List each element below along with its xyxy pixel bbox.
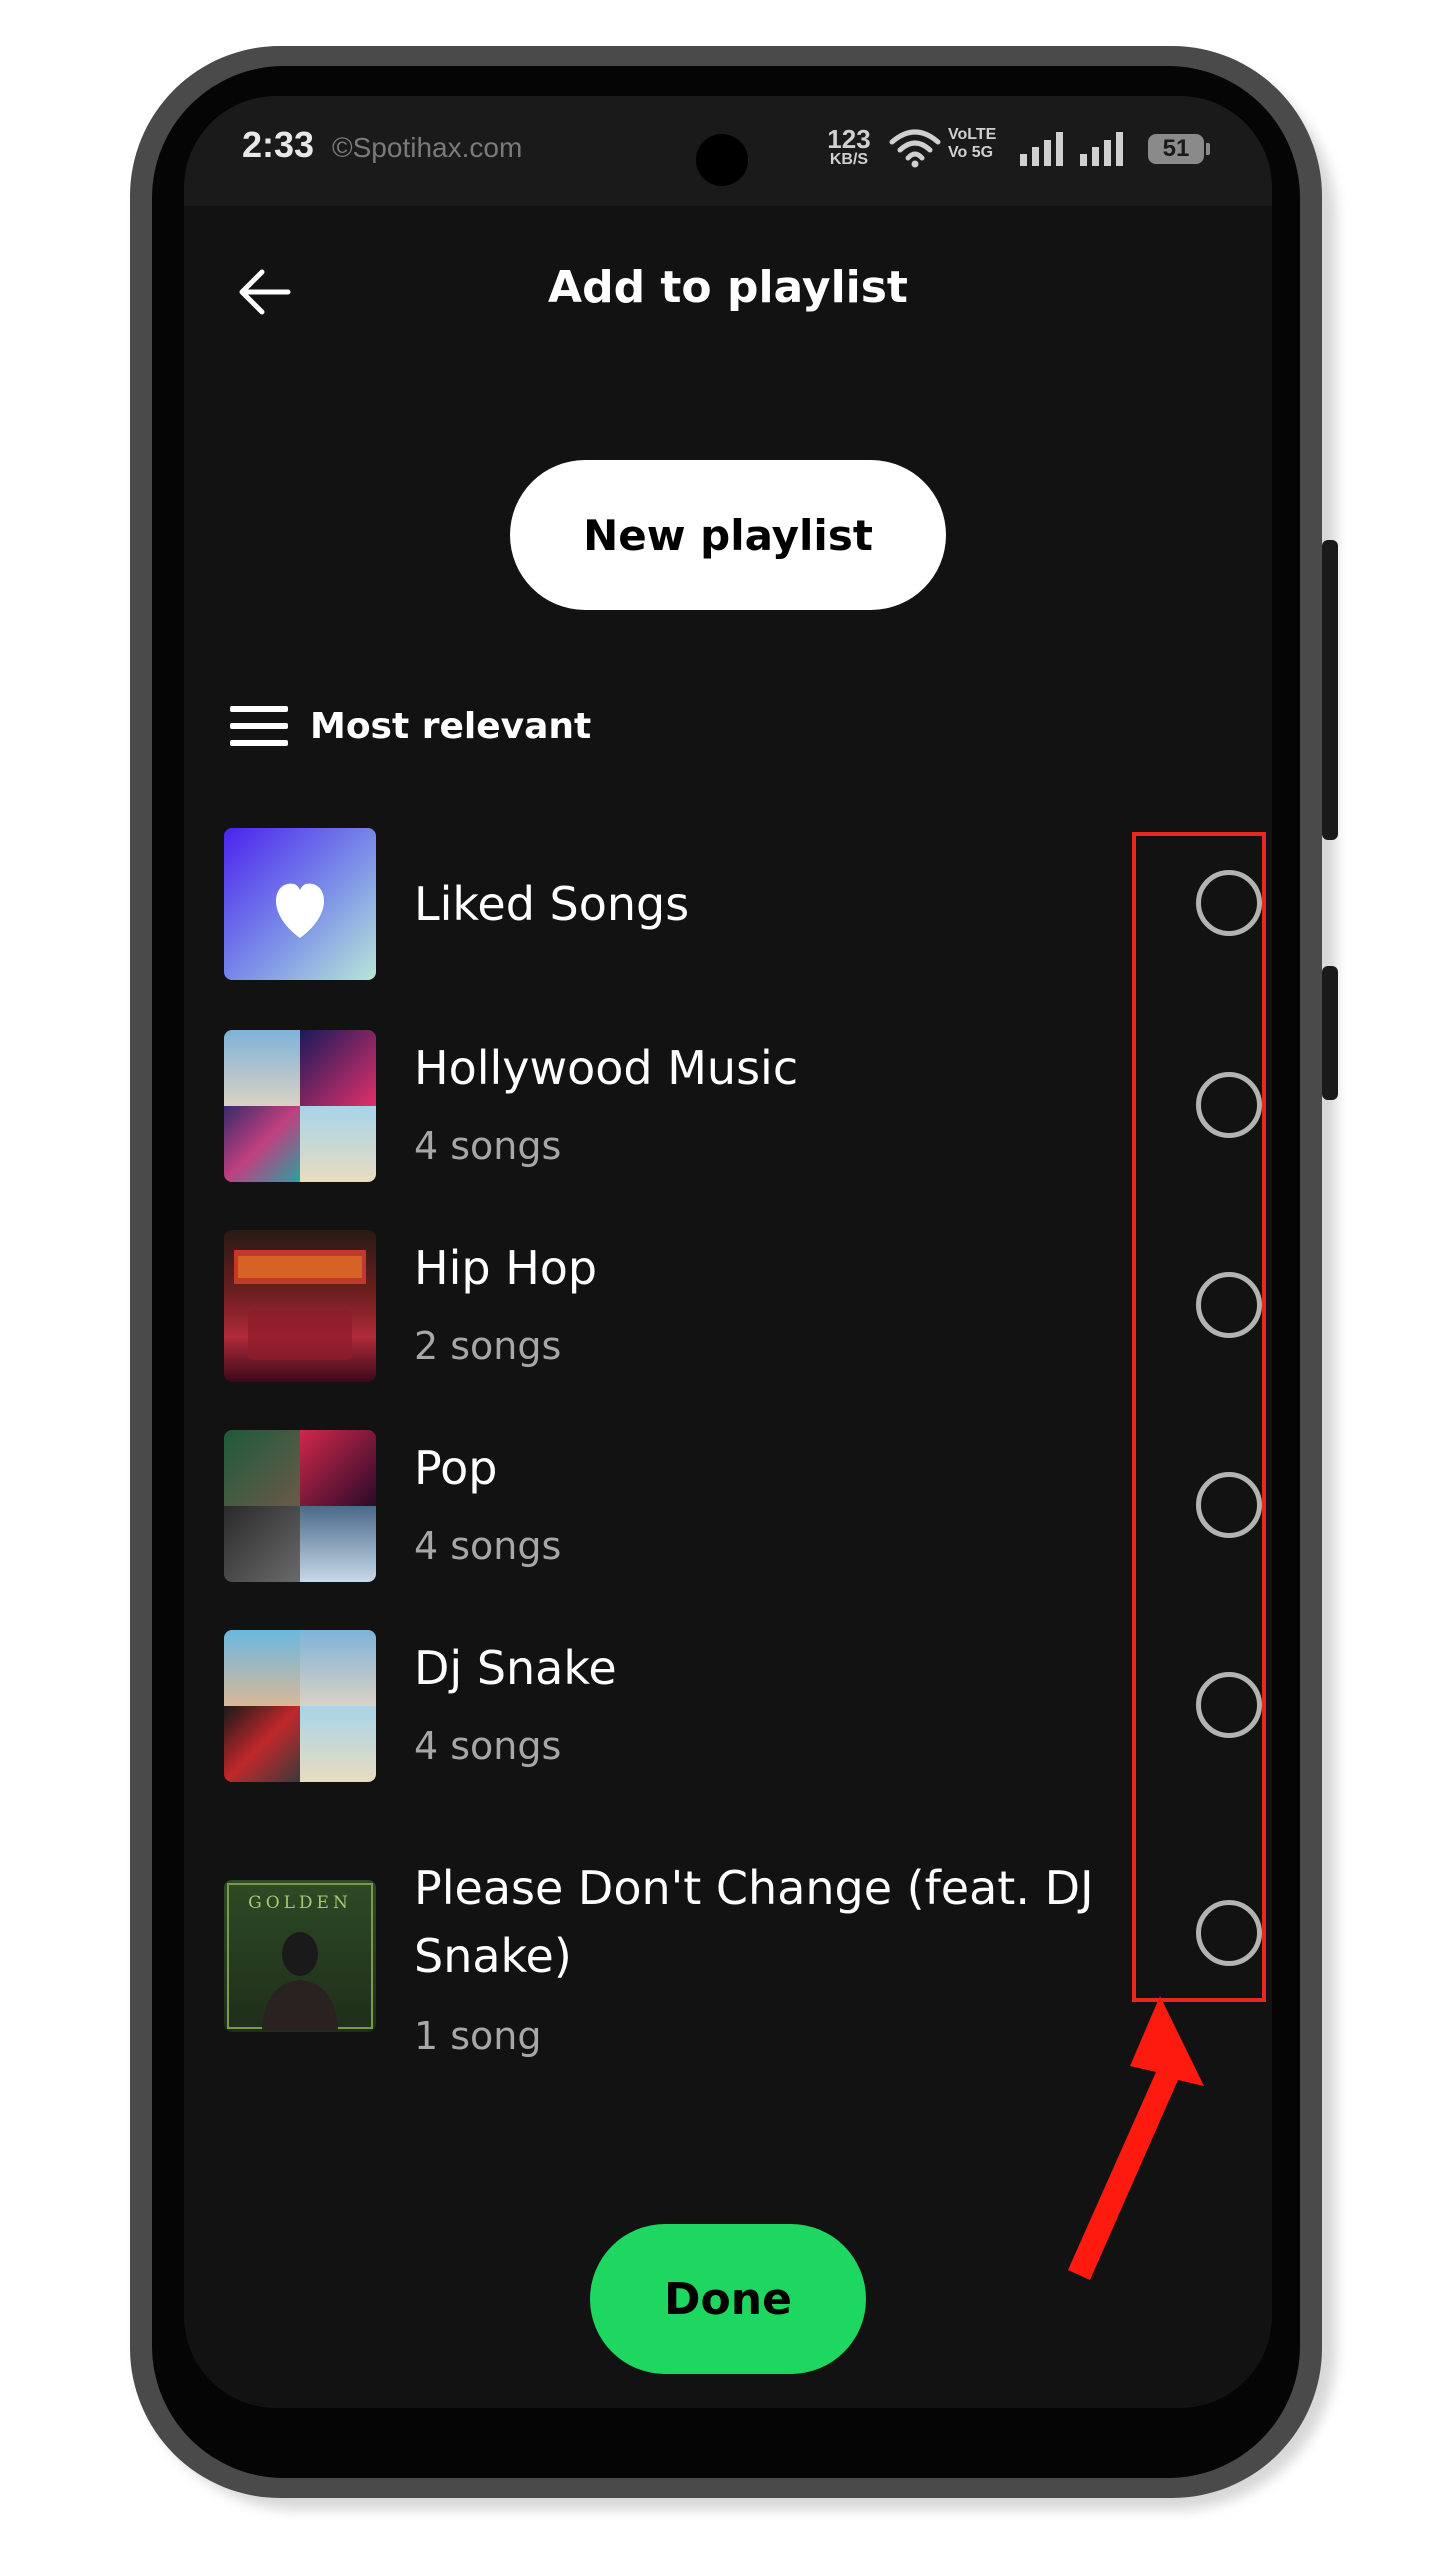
heart-icon bbox=[275, 883, 325, 938]
playlist-artwork bbox=[224, 1630, 376, 1782]
status-time: 2:33 bbox=[242, 124, 315, 165]
signal-icon bbox=[1080, 132, 1123, 166]
new-playlist-button[interactable]: New playlist bbox=[510, 460, 946, 610]
camera-cutout bbox=[696, 134, 748, 186]
done-button[interactable]: Done bbox=[590, 2224, 866, 2374]
playlist-item-hollywood-music[interactable]: Hollywood Music 4 songs bbox=[224, 1030, 1224, 1182]
playlist-item-liked-songs[interactable]: Liked Songs bbox=[224, 828, 1224, 980]
album-art-graphic bbox=[234, 1250, 366, 1360]
volte-line1: VoLTE bbox=[948, 126, 997, 143]
playlist-title: Liked Songs bbox=[414, 877, 690, 931]
svg-text:GOLDEN: GOLDEN bbox=[248, 1893, 352, 1913]
canvas: 2:33 ©Spotihax.com 123 KB/S VoLTE Vo 5G bbox=[0, 0, 1440, 2560]
sort-selector[interactable]: Most relevant bbox=[230, 696, 591, 756]
playlist-title: Please Don't Change (feat. DJ Snake) bbox=[414, 1861, 1094, 1983]
album-art-graphic: GOLDEN bbox=[227, 1883, 373, 2030]
playlist-title: Pop bbox=[414, 1441, 498, 1495]
playlist-song-count: 4 songs bbox=[414, 1124, 562, 1168]
playlist-artwork: GOLDEN bbox=[224, 1880, 376, 2032]
playlist-song-count: 1 song bbox=[414, 2014, 542, 2058]
playlist-song-count: 4 songs bbox=[414, 1724, 562, 1768]
sort-label: Most relevant bbox=[310, 705, 592, 747]
menu-icon bbox=[230, 706, 288, 746]
network-speed-unit: KB/S bbox=[829, 151, 869, 168]
playlist-title: Hip Hop bbox=[414, 1241, 598, 1295]
playlist-artwork bbox=[224, 1430, 376, 1582]
volume-button bbox=[1322, 540, 1338, 840]
playlist-artwork bbox=[224, 1030, 376, 1182]
playlist-item-hip-hop[interactable]: Hip Hop 2 songs bbox=[224, 1230, 1224, 1382]
playlist-item-pop[interactable]: Pop 4 songs bbox=[224, 1430, 1224, 1582]
playlist-title: Dj Snake bbox=[414, 1641, 617, 1695]
playlist-song-count: 4 songs bbox=[414, 1524, 562, 1568]
signal-icon bbox=[1020, 132, 1063, 166]
wifi-icon bbox=[889, 129, 941, 168]
page-title: Add to playlist bbox=[548, 262, 908, 313]
playlist-item-dj-snake[interactable]: Dj Snake 4 songs bbox=[224, 1630, 1224, 1782]
playlist-artwork bbox=[224, 1230, 376, 1382]
network-speed-value: 123 bbox=[827, 124, 871, 154]
watermark-text: ©Spotihax.com bbox=[332, 132, 523, 163]
playlist-title: Hollywood Music bbox=[414, 1041, 799, 1095]
liked-songs-artwork bbox=[224, 828, 376, 980]
volte-line2: Vo 5G bbox=[948, 143, 994, 161]
playlist-song-count: 2 songs bbox=[414, 1324, 562, 1368]
annotation-highlight-box bbox=[1132, 832, 1266, 2002]
volte-indicator: VoLTE Vo 5G bbox=[948, 126, 996, 161]
power-button bbox=[1322, 966, 1338, 1100]
annotation-arrow-icon bbox=[1068, 1996, 1204, 2280]
network-speed: 123 KB/S bbox=[814, 126, 884, 168]
battery-icon: 51 bbox=[1148, 134, 1210, 164]
status-bar: 2:33 ©Spotihax.com 123 KB/S VoLTE Vo 5G bbox=[184, 96, 1272, 206]
